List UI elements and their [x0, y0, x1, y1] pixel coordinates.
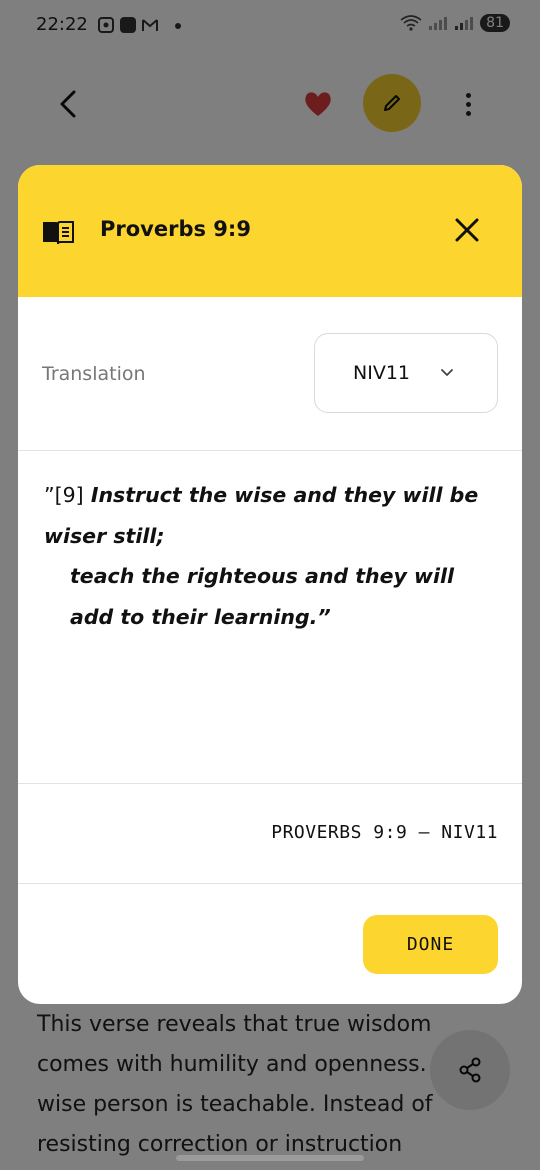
verse-dialog: Proverbs 9:9 Translation NIV11 ”[9] Inst…	[18, 165, 522, 1004]
dialog-title: Proverbs 9:9	[100, 217, 251, 241]
verse-close-quote: ”	[317, 604, 331, 629]
verse-area: ”[9] Instruct the wise and they will be …	[18, 451, 522, 784]
home-indicator[interactable]	[176, 1155, 364, 1161]
verse-line-1-text: Instruct the wise and they will be wiser…	[44, 483, 479, 548]
verse-open-quote: ”[9]	[44, 483, 84, 507]
translation-label: Translation	[42, 363, 146, 385]
done-button[interactable]: DONE	[363, 915, 498, 974]
reference-row: PROVERBS 9:9 — NIV11	[18, 784, 522, 884]
book-icon	[43, 221, 74, 245]
verse-line-1: ”[9] Instruct the wise and they will be …	[44, 475, 504, 556]
verse-reference: PROVERBS 9:9 — NIV11	[271, 822, 498, 843]
chevron-down-icon	[441, 369, 453, 376]
dialog-header: Proverbs 9:9	[18, 165, 522, 297]
translation-dropdown[interactable]: NIV11	[314, 333, 498, 413]
close-icon[interactable]	[452, 215, 482, 245]
translation-value: NIV11	[353, 362, 410, 384]
done-label: DONE	[406, 934, 455, 955]
verse-line-2-text: teach the righteous and they will add to…	[70, 564, 455, 629]
translation-row: Translation NIV11	[18, 297, 522, 451]
verse-line-2: teach the righteous and they will add to…	[44, 556, 504, 637]
verse-text: ”[9] Instruct the wise and they will be …	[44, 475, 504, 637]
